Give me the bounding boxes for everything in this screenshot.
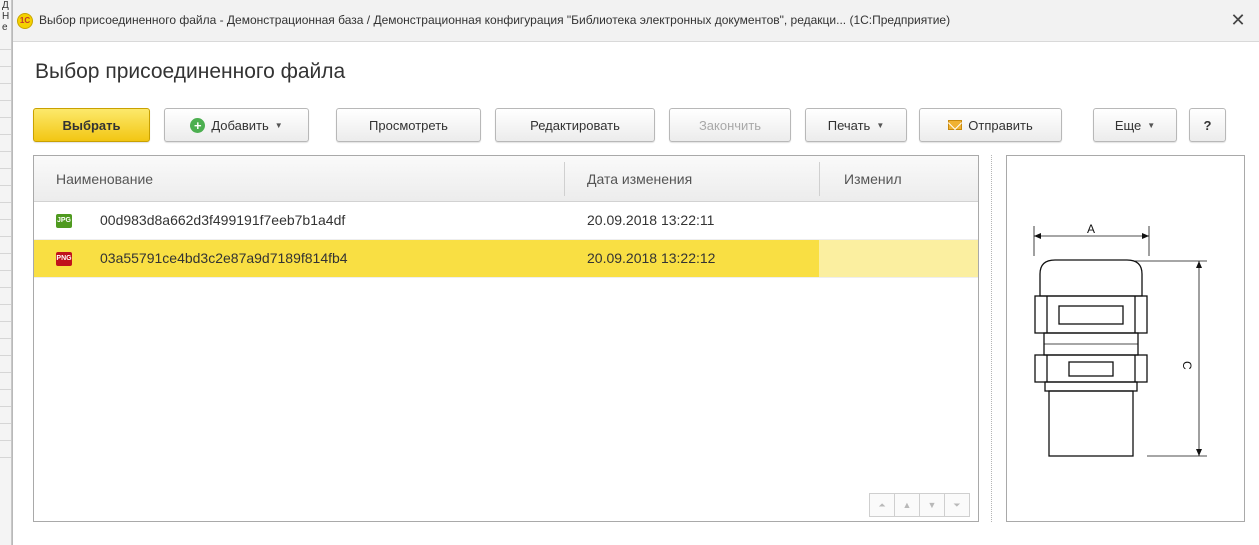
date-cell: 20.09.2018 13:22:12 (587, 250, 716, 266)
send-button-label: Отправить (968, 117, 1033, 133)
splitter[interactable] (991, 155, 992, 522)
file-name-cell: 03a55791ce4bd3c2e87a9d7189f814fb4 (100, 250, 348, 266)
png-file-icon: PNG (56, 252, 72, 266)
select-button[interactable]: Выбрать (33, 108, 150, 142)
title-bar: 1С Выбор присоединенного файла - Демонст… (13, 0, 1259, 42)
print-button[interactable]: Печать ▼ (805, 108, 907, 142)
column-header-name[interactable]: Наименование (56, 156, 153, 202)
help-button-label: ? (1203, 117, 1212, 133)
view-button[interactable]: Просмотреть (336, 108, 481, 142)
table-header: Наименование Дата изменения Изменил (34, 156, 978, 202)
column-header-date[interactable]: Дата изменения (587, 156, 692, 202)
window-title: Выбор присоединенного файла - Демонстрац… (39, 13, 951, 27)
background-window-strip: Д Н е (0, 0, 12, 545)
send-button[interactable]: Отправить (919, 108, 1062, 142)
column-header-changed-by[interactable]: Изменил (844, 156, 902, 202)
table-navigation: ⏶ ▲ ▼ ⏷ (869, 493, 970, 517)
more-button[interactable]: Еще ▼ (1093, 108, 1177, 142)
prev-page-icon[interactable]: ▲ (894, 493, 920, 517)
add-button-label: Добавить (211, 117, 269, 133)
toolbar: Выбрать + Добавить ▼ Просмотреть Редакти… (13, 108, 1259, 144)
last-page-icon[interactable]: ⏷ (944, 493, 970, 517)
cable-gland-drawing: A C (1033, 222, 1207, 457)
dimension-label-c: C (1180, 361, 1194, 370)
chevron-down-icon: ▼ (1147, 120, 1156, 130)
select-button-label: Выбрать (62, 117, 121, 133)
edit-button-label: Редактировать (530, 117, 620, 133)
table-row[interactable]: JPG 00d983d8a662d3f499191f7eeb7b1a4df 20… (34, 202, 978, 240)
add-plus-icon: + (190, 117, 206, 133)
file-selection-window: 1С Выбор присоединенного файла - Демонст… (12, 0, 1259, 545)
file-name-cell: 00d983d8a662d3f499191f7eeb7b1a4df (100, 212, 346, 228)
files-table[interactable]: Наименование Дата изменения Изменил JPG … (33, 155, 979, 522)
jpg-file-icon: JPG (56, 214, 72, 228)
background-text: Н (2, 11, 10, 22)
add-button[interactable]: + Добавить ▼ (164, 108, 309, 142)
page-title: Выбор присоединенного файла (35, 60, 346, 83)
close-icon[interactable]: ✕ (1227, 9, 1249, 31)
more-button-label: Еще (1114, 117, 1142, 133)
dimension-label-a: A (1087, 222, 1095, 236)
finish-button[interactable]: Закончить (669, 108, 791, 142)
envelope-icon (948, 120, 963, 130)
next-page-icon[interactable]: ▼ (919, 493, 945, 517)
file-preview: A C (1006, 155, 1245, 522)
background-text: е (2, 22, 8, 33)
finish-button-label: Закончить (698, 117, 762, 133)
chevron-down-icon: ▼ (274, 120, 283, 130)
first-page-icon[interactable]: ⏶ (869, 493, 895, 517)
date-cell: 20.09.2018 13:22:11 (587, 212, 715, 228)
table-row-selected[interactable]: PNG 03a55791ce4bd3c2e87a9d7189f814fb4 20… (34, 240, 978, 278)
print-button-label: Печать (827, 117, 871, 133)
edit-button[interactable]: Редактировать (495, 108, 655, 142)
app-logo-icon: 1С (17, 13, 33, 29)
help-button[interactable]: ? (1189, 108, 1226, 142)
view-button-label: Просмотреть (369, 117, 448, 133)
chevron-down-icon: ▼ (876, 120, 885, 130)
background-text: Д (2, 0, 9, 11)
